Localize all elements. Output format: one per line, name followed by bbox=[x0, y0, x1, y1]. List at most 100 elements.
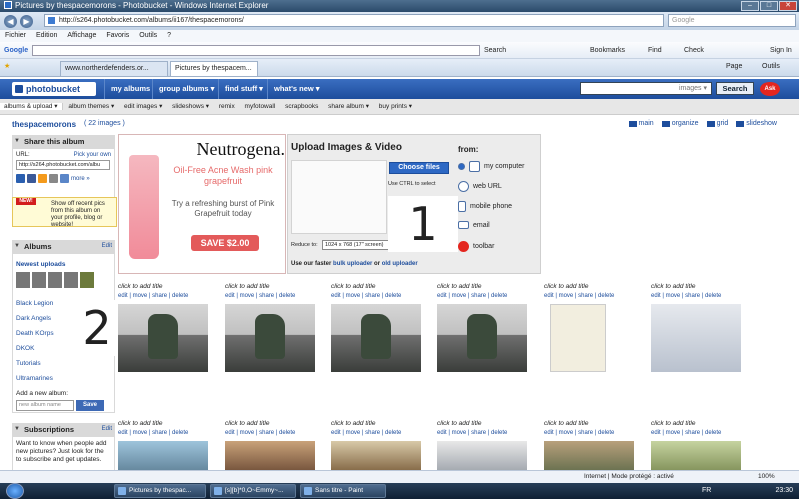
tab-photobucket[interactable]: Pictures by thespacem... bbox=[170, 61, 258, 76]
menu-affichage[interactable]: Affichage bbox=[67, 32, 96, 39]
menu-favoris[interactable]: Favoris bbox=[106, 32, 129, 39]
image-thumbnail[interactable] bbox=[331, 304, 421, 372]
subnav-myfotowall[interactable]: myfotowall bbox=[241, 103, 280, 110]
image-actions[interactable]: edit | move | share | delete bbox=[225, 430, 325, 436]
click-to-add-title[interactable]: click to add title bbox=[225, 420, 325, 427]
start-button[interactable] bbox=[6, 483, 24, 499]
close-button[interactable]: ✕ bbox=[779, 1, 797, 11]
click-to-add-title[interactable]: click to add title bbox=[544, 420, 644, 427]
newest-thumb[interactable] bbox=[80, 272, 94, 288]
subnav-edit-images[interactable]: edit images ▾ bbox=[120, 103, 166, 110]
click-to-add-title[interactable]: click to add title bbox=[651, 420, 751, 427]
forward-button[interactable]: ▶ bbox=[20, 15, 33, 28]
image-actions[interactable]: edit | move | share | delete bbox=[118, 293, 218, 299]
email-icon[interactable] bbox=[60, 174, 69, 183]
upload-drop-area[interactable] bbox=[291, 160, 387, 234]
back-button[interactable]: ◀ bbox=[4, 15, 17, 28]
myspace-icon[interactable] bbox=[16, 174, 25, 183]
click-to-add-title[interactable]: click to add title bbox=[118, 283, 218, 290]
subnav-album-themes[interactable]: album themes ▾ bbox=[64, 103, 118, 110]
nav-find-stuff[interactable]: find stuff ▾ bbox=[218, 79, 269, 99]
source-toolbar[interactable]: toolbar bbox=[458, 241, 494, 252]
album-link-tutorials[interactable]: Tutorials bbox=[16, 360, 111, 367]
menu-fichier[interactable]: Fichier bbox=[5, 32, 26, 39]
source-web-url[interactable]: web URL bbox=[458, 181, 502, 192]
find-button[interactable]: Find bbox=[648, 42, 662, 59]
album-link-ultramarines[interactable]: Ultramarines bbox=[16, 375, 111, 382]
old-uploader-link[interactable]: old uploader bbox=[382, 261, 418, 267]
click-to-add-title[interactable]: click to add title bbox=[544, 283, 644, 290]
image-actions[interactable]: edit | move | share | delete bbox=[331, 293, 431, 299]
maximize-button[interactable]: □ bbox=[760, 1, 778, 11]
album-title[interactable]: thespacemorons bbox=[12, 120, 76, 129]
more-share-link[interactable]: more » bbox=[71, 176, 90, 182]
minimize-button[interactable]: – bbox=[741, 1, 759, 11]
click-to-add-title[interactable]: click to add title bbox=[651, 283, 751, 290]
new-feature-text[interactable]: Show off recent pics from this album on … bbox=[51, 201, 105, 228]
ask-badge[interactable]: Ask bbox=[760, 82, 780, 96]
image-actions[interactable]: edit | move | share | delete bbox=[331, 430, 431, 436]
click-to-add-title[interactable]: click to add title bbox=[331, 420, 431, 427]
taskbar-item-paint[interactable]: Sans titre - Paint bbox=[300, 484, 386, 498]
bookmarks-button[interactable]: Bookmarks bbox=[590, 42, 625, 59]
reduce-size-select[interactable]: 1024 x 768 (17" screen) bbox=[322, 240, 390, 250]
favorites-star-icon[interactable]: ★ bbox=[4, 59, 10, 75]
tab-northerdefenders[interactable]: www.northerdefenders.or... bbox=[60, 61, 168, 76]
menu-edition[interactable]: Edition bbox=[36, 32, 57, 39]
view-main[interactable]: main bbox=[628, 120, 654, 127]
subnav-share-album[interactable]: share album ▾ bbox=[324, 103, 373, 110]
photobucket-search-input[interactable]: images ▾ bbox=[580, 82, 712, 95]
menu-help[interactable]: ? bbox=[167, 32, 171, 39]
subscriptions-header[interactable]: SubscriptionsEdit bbox=[12, 423, 115, 436]
save-album-button[interactable]: Save bbox=[76, 400, 104, 411]
view-organize[interactable]: organize bbox=[661, 120, 699, 127]
google-search-input[interactable] bbox=[32, 45, 480, 56]
newest-uploads-link[interactable]: Newest uploads bbox=[16, 261, 111, 268]
newest-thumb[interactable] bbox=[48, 272, 62, 288]
new-album-input[interactable]: new album name bbox=[16, 400, 74, 411]
blogger-icon[interactable] bbox=[38, 174, 47, 183]
protected-mode-status[interactable]: Internet | Mode protégé : activé bbox=[584, 471, 674, 483]
albums-header[interactable]: AlbumsEdit bbox=[12, 240, 115, 253]
check-button[interactable]: Check bbox=[684, 42, 704, 59]
bulk-uploader-link[interactable]: bulk uploader bbox=[333, 261, 372, 267]
image-thumbnail[interactable] bbox=[651, 304, 741, 372]
image-actions[interactable]: edit | move | share | delete bbox=[651, 293, 751, 299]
album-url-field[interactable]: http://s264.photobucket.com/albu bbox=[16, 160, 110, 170]
subscriptions-edit-link[interactable]: Edit bbox=[102, 423, 112, 436]
image-actions[interactable]: edit | move | share | delete bbox=[544, 293, 644, 299]
taskbar-item-ie[interactable]: Pictures by thespac... bbox=[114, 484, 206, 498]
google-search-button[interactable]: Search bbox=[484, 42, 506, 59]
image-actions[interactable]: edit | move | share | delete bbox=[118, 430, 218, 436]
url-field[interactable]: http://s264.photobucket.com/albums/ii167… bbox=[44, 14, 664, 27]
share-album-header[interactable]: Share this album bbox=[12, 135, 115, 148]
newest-thumb[interactable] bbox=[32, 272, 46, 288]
nav-whats-new[interactable]: what's new ▾ bbox=[267, 79, 326, 99]
photobucket-logo[interactable]: photobucket bbox=[12, 82, 96, 96]
nav-group-albums[interactable]: group albums ▾ bbox=[152, 79, 220, 99]
menu-outils[interactable]: Outils bbox=[139, 32, 157, 39]
subnav-slideshows[interactable]: slideshows ▾ bbox=[168, 103, 213, 110]
source-mobile-phone[interactable]: mobile phone bbox=[458, 201, 512, 212]
image-actions[interactable]: edit | move | share | delete bbox=[651, 430, 751, 436]
tools-menu[interactable]: Outils bbox=[762, 59, 780, 75]
choose-files-button[interactable]: Choose files bbox=[389, 162, 449, 174]
pick-your-own-link[interactable]: Pick your own bbox=[74, 152, 111, 158]
browser-search-input[interactable]: Google bbox=[668, 14, 796, 27]
subnav-albums-upload[interactable]: albums & upload ▾ bbox=[0, 103, 63, 110]
taskbar-item-chat[interactable]: [s][b]*0,O~Emmy~... bbox=[210, 484, 296, 498]
view-grid[interactable]: grid bbox=[706, 120, 728, 127]
subnav-scrapbooks[interactable]: scrapbooks bbox=[281, 103, 322, 110]
source-email[interactable]: email bbox=[458, 221, 490, 229]
page-menu[interactable]: Page bbox=[726, 59, 742, 75]
newest-thumb[interactable] bbox=[16, 272, 30, 288]
neutrogena-ad[interactable]: Neutrogena. Oil-Free Acne Wash pink grap… bbox=[118, 134, 286, 274]
image-actions[interactable]: edit | move | share | delete bbox=[437, 293, 537, 299]
source-my-computer[interactable]: my computer bbox=[458, 161, 524, 172]
language-indicator[interactable]: FR bbox=[702, 483, 711, 499]
subnav-buy-prints[interactable]: buy prints ▾ bbox=[375, 103, 416, 110]
image-actions[interactable]: edit | move | share | delete bbox=[437, 430, 537, 436]
albums-edit-link[interactable]: Edit bbox=[102, 240, 112, 253]
image-actions[interactable]: edit | move | share | delete bbox=[225, 293, 325, 299]
nav-my-albums[interactable]: my albums bbox=[104, 79, 156, 99]
